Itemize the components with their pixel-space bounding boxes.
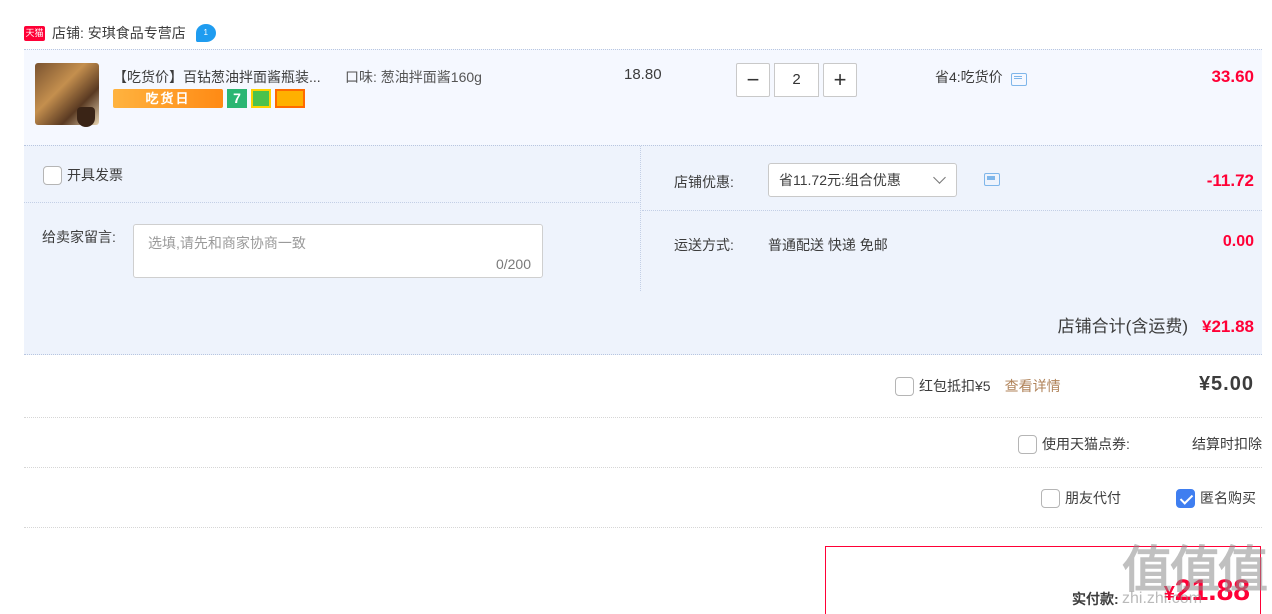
quantity-input[interactable]: 2	[774, 63, 819, 97]
seven-day-return-icon: 7	[227, 89, 247, 108]
product-thumbnail[interactable]	[35, 63, 99, 127]
shop-name-link[interactable]: 店铺: 安琪食品专营店	[52, 23, 186, 43]
redpack-label: 红包抵扣¥5	[919, 378, 991, 394]
shop-total-value: ¥21.88	[1202, 317, 1254, 336]
friend-pay-checkbox[interactable]	[1041, 488, 1060, 508]
credit-card-icon	[275, 89, 305, 108]
friend-pay-label: 朋友代付	[1065, 490, 1121, 506]
chat-icon[interactable]	[1010, 72, 1027, 86]
increase-quantity-button[interactable]: +	[823, 63, 857, 97]
decrease-quantity-button[interactable]: −	[736, 63, 770, 97]
invoice-label: 开具发票	[67, 167, 123, 183]
seller-message-input[interactable]: 选填,请先和商家协商一致 0/200	[133, 224, 543, 278]
chat-icon[interactable]	[984, 173, 1000, 186]
item-promotion: 省4:吃货价	[935, 67, 1027, 87]
promotion-text: 省4:吃货价	[935, 69, 1003, 85]
shop-discount-label: 店铺优惠:	[674, 174, 734, 190]
chihuo-day-tag: 吃货日	[113, 89, 223, 108]
product-tags: 吃货日 7	[113, 89, 305, 108]
discount-selected-value: 省11.72元:组合优惠	[779, 172, 901, 188]
payment-label: 实付款:	[1072, 591, 1119, 607]
redpack-details-link[interactable]: 查看详情	[1005, 376, 1061, 396]
points-note: 结算时扣除	[1192, 436, 1262, 452]
tmall-logo-icon: 天猫	[24, 25, 45, 41]
points-checkbox[interactable]	[1018, 434, 1037, 454]
unit-price: 18.80	[624, 66, 662, 83]
invoice-checkbox[interactable]	[43, 165, 62, 185]
redpack-option[interactable]: 红包抵扣¥5 查看详情	[895, 376, 1061, 396]
order-details-panel: 开具发票 给卖家留言: 选填,请先和商家协商一致 0/200 店铺优惠: 省11…	[24, 145, 1262, 355]
quantity-stepper: − 2 +	[736, 63, 857, 97]
anonymous-purchase-option[interactable]: 匿名购买	[1176, 488, 1256, 508]
message-label: 给卖家留言:	[42, 229, 116, 245]
item-subtotal: 33.60	[1211, 67, 1254, 86]
anonymous-label: 匿名购买	[1200, 490, 1256, 506]
chat-bubble-icon[interactable]: 1	[195, 24, 216, 42]
shop-total-label: 店铺合计(含运费)	[1057, 317, 1188, 336]
message-placeholder: 选填,请先和商家协商一致	[148, 235, 306, 251]
shop-discount-select[interactable]: 省11.72元:组合优惠	[768, 163, 957, 197]
shipping-label: 运送方式:	[674, 237, 734, 253]
watermark-url: zhi.zhi.com	[1122, 590, 1203, 607]
redpack-row: 红包抵扣¥5 查看详情 ¥5.00	[24, 356, 1262, 418]
order-right-pane: 店铺优惠: 省11.72元:组合优惠 -11.72 运送方式: 普通配送 快递 …	[642, 146, 1262, 291]
shop-header: 天猫 店铺: 安琪食品专营店 1	[24, 22, 216, 44]
redpack-amount: ¥5.00	[1198, 373, 1254, 395]
product-title-link[interactable]: 【吃货价】百钻葱油拌面酱瓶装...	[113, 67, 321, 87]
shipping-amount: 0.00	[1222, 233, 1254, 250]
invoice-option[interactable]: 开具发票	[43, 165, 123, 185]
friend-anon-row: 朋友代付 匿名购买	[24, 468, 1262, 528]
shipping-method: 普通配送 快递 免邮	[768, 237, 888, 253]
points-option[interactable]: 使用天猫点券:	[1018, 434, 1130, 454]
chevron-down-icon	[933, 171, 946, 184]
message-char-count: 0/200	[495, 256, 531, 272]
shop-total: 店铺合计(含运费) ¥21.88	[1058, 312, 1254, 337]
divider	[24, 202, 641, 203]
cart-item-row: 【吃货价】百钻葱油拌面酱瓶装... 口味: 葱油拌面酱160g 吃货日 7 18…	[24, 49, 1262, 145]
guarantee-icon	[251, 89, 271, 108]
discount-amount: -11.72	[1206, 171, 1254, 190]
points-row: 使用天猫点券: 结算时扣除	[24, 418, 1262, 468]
anonymous-checkbox[interactable]	[1176, 488, 1195, 508]
redpack-checkbox[interactable]	[895, 376, 914, 396]
points-label: 使用天猫点券:	[1042, 436, 1130, 452]
friend-pay-option[interactable]: 朋友代付	[1041, 488, 1121, 508]
product-spec: 口味: 葱油拌面酱160g	[345, 69, 482, 85]
